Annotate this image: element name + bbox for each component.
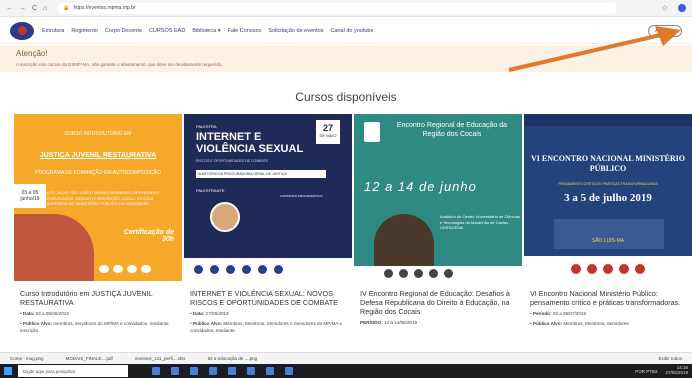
banner-stripe (524, 114, 692, 126)
file-explorer-icon[interactable] (190, 367, 198, 375)
download-item[interactable]: monsesl_131_perfi....xlsx (135, 356, 186, 361)
taskbar-search[interactable]: Digite aqui para pesquisar (18, 365, 128, 377)
banner-heading: VI ENCONTRO NACIONAL MINISTÉRIO PÚBLICO (530, 154, 686, 173)
home-icon[interactable]: ⌂ (43, 5, 47, 12)
course-title[interactable]: INTERNET E VIOLÊNCIA SEXUAL: NOVOS RISCO… (184, 281, 352, 307)
windows-taskbar: Digite aqui para pesquisar POR PTB2 14:1… (0, 364, 692, 378)
banner-illustration (14, 214, 94, 281)
menu-item-estrutura[interactable]: Estrutura (42, 28, 64, 34)
browser-toolbar: ← → C ⌂ 🔒 https://eventos.mpma.mp.br ☆ (0, 0, 692, 17)
show-all-downloads[interactable]: Exibir todos (658, 356, 682, 361)
lock-icon: 🔒 (63, 5, 70, 11)
banner-date: 12 a 14 de junho (364, 179, 477, 194)
course-card[interactable]: CURSO INTRODUTÓRIO EM JUSTIÇA JUVENIL RE… (14, 114, 182, 352)
course-banner[interactable]: CURSO INTRODUTÓRIO EM JUSTIÇA JUVENIL RE… (14, 114, 182, 281)
course-card[interactable]: PALESTRA INTERNET E VIOLÊNCIA SEXUAL 27 D… (184, 114, 352, 352)
course-banner[interactable]: Encontro Regional de Educação da Região … (354, 114, 522, 281)
taskbar-apps (152, 367, 293, 375)
banner-heading: JUSTIÇA JUVENIL RESTAURATIVA (39, 152, 157, 159)
menu-item-cursos-ead[interactable]: CURSOS EAD (149, 28, 185, 34)
windows-start-icon[interactable] (4, 367, 12, 375)
system-tray: POR PTB2 14:16 27/05/2019 (635, 365, 688, 376)
word-icon[interactable] (266, 367, 274, 375)
course-banner[interactable]: PALESTRA INTERNET E VIOLÊNCIA SEXUAL 27 D… (184, 114, 352, 281)
mail-icon[interactable] (228, 367, 236, 375)
edge-icon[interactable] (171, 367, 179, 375)
task-view-icon[interactable] (152, 367, 160, 375)
course-date: • Data: 27/05/2019 (190, 311, 229, 316)
banner-date: 3 a 5 de julho 2019 (564, 192, 652, 204)
banner-pill: AUDITÓRIO DA PROCURADORIA GERAL DE JUSTI… (196, 170, 326, 178)
menu-item-biblioteca[interactable]: Biblioteca ▾ (192, 28, 220, 34)
excel-icon[interactable] (285, 367, 293, 375)
address-bar[interactable]: 🔒 https://eventos.mpma.mp.br (57, 2, 618, 14)
course-card[interactable]: Encontro Regional de Educação da Região … (354, 114, 522, 352)
banner-building (554, 219, 664, 249)
banner-certification: Certificação de 30h (123, 229, 174, 243)
profile-avatar[interactable] (678, 4, 686, 12)
menu-item-corpo-docente[interactable]: Corpo Docente (105, 28, 142, 34)
menu-item-fale-conosco[interactable]: Fale Conosco (227, 28, 261, 34)
banner-heading: Encontro Regional de Educação da Região … (396, 122, 508, 138)
language-indicator[interactable]: POR PTB2 (635, 369, 657, 374)
menu-item-youtube[interactable]: Canal do youtube (330, 28, 373, 34)
course-title[interactable]: IV Encontro Regional de Educação: Desafi… (354, 281, 522, 316)
chrome-icon[interactable] (247, 367, 255, 375)
main-menu: Estrutura Regimento Corpo Docente CURSOS… (42, 28, 374, 34)
banner-logos (524, 256, 692, 281)
clock[interactable]: 14:16 27/05/2019 (665, 365, 688, 376)
banner-location: Auditório do Centro Universitário de Ciê… (440, 214, 520, 231)
browser-actions: ☆ (662, 4, 686, 12)
course-title[interactable]: VI Encontro Nacional Ministério Público:… (524, 281, 692, 307)
course-date: • Período: 03 a 05/07/2019 (530, 311, 587, 316)
book-icon (364, 122, 380, 142)
banner-tag: PENSAMENTO CRÍTICO E PRÁTICAS TRANSFORMA… (558, 182, 658, 186)
course-audience: • Público Alvo: Membros, Membros, Servid… (190, 321, 343, 333)
course-card[interactable]: VI ENCONTRO NACIONAL MINISTÉRIO PÚBLICO … (524, 114, 692, 352)
download-item[interactable]: 52 a educação de ....png (208, 356, 258, 361)
banner-small: PALESTRA (196, 124, 217, 129)
back-icon[interactable]: ← (6, 5, 13, 12)
course-audience: • Público Alvo: membros, servidores do M… (20, 321, 169, 333)
banner-logos (99, 262, 179, 276)
course-banner[interactable]: VI ENCONTRO NACIONAL MINISTÉRIO PÚBLICO … (524, 114, 692, 281)
section-title: Cursos disponíveis (295, 90, 397, 104)
banner-palestrante: PALESTRANTE (196, 188, 225, 193)
banner-top-text: CURSO INTRODUTÓRIO EM (14, 114, 182, 154)
course-date: • Data: 03 a 05/06/2019 (20, 311, 69, 316)
course-audience: • Público Alvo: Membros, Membros, Servid… (530, 321, 629, 327)
menu-item-solicitacao[interactable]: Solicitação de eventos (268, 28, 323, 34)
banner-info: PÚBLICO - ALVO: SÃO LUÍS E DEMAIS MEMBRO… (36, 190, 160, 207)
banner-program: CONTEÚDO PROGRAMÁTICO (280, 194, 323, 198)
site-logo[interactable] (10, 21, 34, 40)
browser-nav: ← → C ⌂ (6, 5, 47, 12)
store-icon[interactable] (209, 367, 217, 375)
reload-icon[interactable]: C (32, 5, 37, 12)
banner-subheading: PROGRAMA DE FORMAÇÃO EM AUTOCOMPOSIÇÃO (35, 170, 161, 176)
downloads-bar: Comp - mug.png MODAIS_FINALE....pdf mons… (0, 352, 692, 364)
banner-date: 03 a 05 junho/19 (14, 184, 46, 208)
menu-item-regimento[interactable]: Regimento (71, 28, 98, 34)
banner-day: 27 DE MAIO (316, 120, 340, 144)
banner-logos (354, 266, 522, 281)
url-text: https://eventos.mpma.mp.br (73, 5, 136, 11)
banner-logos (184, 258, 352, 281)
star-icon[interactable]: ☆ (662, 4, 668, 12)
banner-sub: RISCOS E OPORTUNIDADES DE COMBATE (196, 159, 269, 163)
forward-icon[interactable]: → (19, 5, 26, 12)
download-item[interactable]: Comp - mug.png (10, 356, 44, 361)
course-date: PERÍODO: 12 a 14/06/2019 (360, 320, 418, 325)
speaker-photo (210, 202, 240, 232)
download-item[interactable]: MODAIS_FINALE....pdf (66, 356, 113, 361)
banner-place: SÃO LUÍS-MA (591, 238, 625, 244)
banner-heading: INTERNET E VIOLÊNCIA SEXUAL (196, 131, 304, 155)
course-title[interactable]: Curso Introdutório em JUSTIÇA JUVENIL RE… (14, 281, 182, 307)
annotation-arrow (508, 26, 681, 72)
